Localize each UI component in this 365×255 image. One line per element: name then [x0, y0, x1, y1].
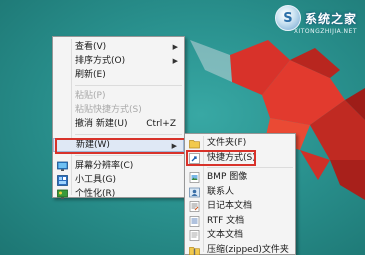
submenu-item-bmp-image[interactable]: BMP 图像 [185, 170, 295, 185]
menu-item-personalize[interactable]: 个性化(R) [53, 187, 184, 201]
site-watermark: S 系统之家 XITONGZHIJIA.NET [274, 4, 357, 35]
submenu-item-shortcut[interactable]: 快捷方式(S) [185, 149, 295, 166]
menu-separator [75, 85, 182, 86]
personalize-icon [57, 189, 68, 199]
menu-separator [75, 155, 182, 156]
highlight-frame [55, 138, 186, 154]
menu-item-screen-resolution[interactable]: 屏幕分辨率(C) [53, 159, 184, 173]
text-document-icon [189, 230, 200, 241]
bitmap-icon [189, 172, 200, 183]
rtf-document-icon [189, 215, 200, 227]
folder-icon [189, 140, 200, 149]
menu-item-undo-new[interactable]: 撤消 新建(U) Ctrl+Z [53, 117, 184, 131]
menu-item-paste-shortcut[interactable]: 粘贴快捷方式(S) [53, 103, 184, 117]
submenu-arrow-icon: ▶ [172, 57, 178, 65]
submenu-item-journal-document[interactable]: 日记本文档 [185, 199, 295, 214]
desktop-background: S 系统之家 XITONGZHIJIA.NET 查看(V) ▶ 排序方式(O) … [0, 0, 365, 255]
submenu-item-folder[interactable]: 文件夹(F) [185, 136, 295, 151]
menu-item-view[interactable]: 查看(V) ▶ [53, 40, 184, 54]
undo-shortcut: Ctrl+Z [146, 119, 176, 129]
submenu-arrow-icon: ▶ [171, 142, 177, 150]
menu-item-sort-by[interactable]: 排序方式(O) ▶ [53, 54, 184, 68]
menu-item-gadgets[interactable]: 小工具(G) [53, 173, 184, 187]
monitor-icon [57, 161, 68, 171]
menu-item-new[interactable]: 新建(W) ▶ [53, 138, 186, 154]
zip-folder-icon [189, 246, 200, 255]
menu-item-paste[interactable]: 粘贴(P) [53, 89, 184, 103]
new-submenu: 文件夹(F) 快捷方式(S) BMP 图像 联系人 日记本文档 RTF 文档 文… [184, 133, 296, 255]
menu-separator [75, 134, 182, 135]
menu-separator [207, 167, 293, 168]
submenu-item-rtf-document[interactable]: RTF 文档 [185, 214, 295, 229]
submenu-item-contact[interactable]: 联系人 [185, 185, 295, 200]
shortcut-icon [189, 152, 200, 164]
journal-icon [189, 201, 200, 212]
gadgets-icon [57, 175, 68, 186]
submenu-item-text-document[interactable]: 文本文档 [185, 228, 295, 243]
desktop-context-menu: 查看(V) ▶ 排序方式(O) ▶ 刷新(E) 粘贴(P) 粘贴快捷方式(S) … [52, 36, 186, 201]
watermark-subtext: XITONGZHIJIA.NET [293, 28, 357, 35]
submenu-item-zip-folder[interactable]: 压缩(zipped)文件夹 [185, 243, 295, 255]
menu-item-refresh[interactable]: 刷新(E) [53, 68, 184, 82]
contact-icon [189, 187, 200, 197]
submenu-arrow-icon: ▶ [172, 43, 178, 51]
watermark-text: 系统之家 [304, 11, 357, 26]
